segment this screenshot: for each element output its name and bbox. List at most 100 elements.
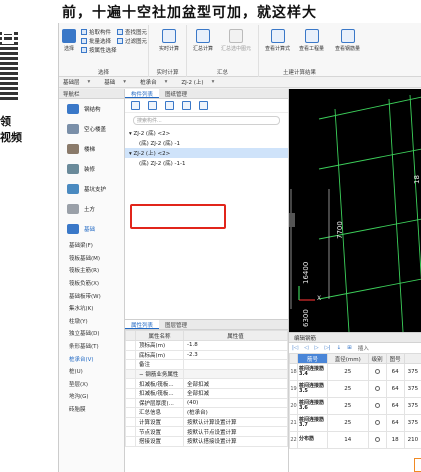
rebar-name[interactable]: 桩间连接筋3.7 <box>297 414 328 432</box>
pick-component-button[interactable]: 拾取构件 <box>81 28 111 36</box>
nav-category-pit-support[interactable]: 基坑支护 <box>59 179 124 199</box>
nav-category-decoration[interactable]: 装修 <box>59 159 124 179</box>
filter-element-button[interactable]: 过滤图元 <box>117 37 147 45</box>
batch-select-button[interactable]: 批量选择 <box>81 37 111 45</box>
rebar-len[interactable]: 375 <box>403 363 421 381</box>
rebar-len[interactable]: 375 <box>403 397 421 415</box>
view-rebar-button[interactable]: 查看钢筋量 <box>335 29 360 52</box>
rebar-len[interactable]: 375 <box>403 380 421 398</box>
viewport-collapse-handle[interactable] <box>289 213 295 227</box>
grade-symbol-icon[interactable] <box>367 397 387 415</box>
view-quantity-button[interactable]: 查看工程量 <box>299 29 324 52</box>
rebar-name[interactable]: 桩间连接筋3.6 <box>297 397 328 415</box>
property-row[interactable]: 保护层厚度(... (40) <box>125 397 288 409</box>
property-row[interactable]: 底标高(m) -2.3 <box>125 349 288 361</box>
first-icon[interactable]: |◁ <box>292 345 298 351</box>
grade-symbol-icon[interactable] <box>367 380 387 398</box>
property-value[interactable]: 按默认计算设置计算 <box>183 416 288 428</box>
rebar-row[interactable]: 20 桩间连接筋3.6 25 64 375 <box>289 397 421 415</box>
realtime-calc-button[interactable]: 实时计算 <box>159 29 179 52</box>
rebar-len[interactable]: 210 <box>403 431 421 449</box>
layer-icon[interactable] <box>182 101 191 110</box>
property-value[interactable]: -1.8 <box>183 340 288 351</box>
nav-category-foundation[interactable]: 基础 <box>59 219 124 239</box>
tab-component-list[interactable]: 构件列表 <box>125 89 160 98</box>
nav-subitem[interactable]: 桩(U) <box>59 365 124 378</box>
tree-item[interactable]: ▾ ZJ-2 (底) <2> <box>125 128 288 138</box>
tree-item[interactable]: (底) ZJ-2 (底) -1 <box>125 138 288 148</box>
property-row[interactable]: 顶标高(m) -1.8 <box>125 340 288 351</box>
nav-subitem[interactable]: 条形基础(T) <box>59 340 124 353</box>
nav-subitem[interactable]: 桩承台(V) <box>59 352 124 365</box>
delete-icon[interactable] <box>165 101 174 110</box>
rebar-idx[interactable]: 21 <box>289 414 298 432</box>
nav-subitem[interactable]: 砖胎膜 <box>59 403 124 416</box>
nav-category-stairs[interactable]: 楼梯 <box>59 139 124 159</box>
property-row[interactable]: − 钢筋业务属性 <box>125 368 288 380</box>
nav-subitem[interactable]: 筏板基础(M) <box>59 252 124 265</box>
new-icon[interactable] <box>131 101 140 110</box>
find-element-button[interactable]: 查找图元 <box>117 28 147 36</box>
select-by-property-button[interactable]: 按属性选择 <box>81 46 117 54</box>
property-row[interactable]: 扣减板/筏板... 全部扣减 <box>125 387 288 399</box>
property-value[interactable]: 全部扣减 <box>183 387 288 399</box>
property-row[interactable]: 备注 <box>125 359 288 370</box>
property-row[interactable]: 扣减板/筏板... 全部扣减 <box>125 378 288 389</box>
property-value[interactable]: 按默认搭接设置计算 <box>183 435 288 447</box>
grade-symbol-icon[interactable] <box>367 414 387 432</box>
rebar-dia[interactable]: 25 <box>327 380 369 398</box>
tab-property-list[interactable]: 属性列表 <box>125 320 160 329</box>
tab-drawing-manager[interactable]: 图纸管理 <box>159 89 193 98</box>
sum-calc-button[interactable]: 汇总计算 <box>193 29 213 52</box>
rebar-idx[interactable]: 18 <box>289 363 298 381</box>
property-value[interactable] <box>183 359 288 370</box>
insert-button[interactable]: 插入 <box>358 344 369 352</box>
rebar-row[interactable]: 21 桩间连接筋3.7 25 64 375 <box>289 414 421 432</box>
rebar-code[interactable]: 64 <box>385 397 405 415</box>
grade-symbol-icon[interactable] <box>367 363 387 381</box>
property-row[interactable]: 汇总信息 (桩承台) <box>125 407 288 418</box>
rebar-idx[interactable]: 22 <box>289 431 298 449</box>
down-icon[interactable]: ↓ <box>337 345 342 351</box>
nav-category-earthwork[interactable]: 土方 <box>59 199 124 219</box>
next-icon[interactable]: ▷ <box>314 345 318 351</box>
property-value[interactable]: 全部扣减 <box>183 378 288 389</box>
nav-subitem[interactable]: 基础板带(W) <box>59 289 124 302</box>
component-search-input[interactable]: 搜索构件... <box>133 116 280 125</box>
rebar-row[interactable]: 22 分布筋 14 18 210 <box>289 431 421 449</box>
nav-category-steel-structure[interactable]: 钢结构 <box>59 99 124 119</box>
select-button[interactable]: 选择 <box>62 29 76 52</box>
property-value[interactable] <box>183 368 288 380</box>
property-row[interactable]: 搭接设置 按默认搭接设置计算 <box>125 435 288 447</box>
rebar-code[interactable]: 18 <box>385 431 405 449</box>
add-icon[interactable]: ⊞ <box>347 345 352 351</box>
category-dropdown[interactable]: 基础 <box>104 78 115 86</box>
tab-layer-manager[interactable]: 图层管理 <box>159 320 193 329</box>
drawing-viewport[interactable]: 7700 16400 6300 18 X <box>289 89 421 332</box>
nav-subitem[interactable]: 基础梁(F) <box>59 239 124 252</box>
rebar-len[interactable]: 375 <box>403 414 421 432</box>
property-value[interactable]: 按默认节点设置计算 <box>183 426 288 437</box>
tree-item[interactable]: ▾ ZJ-2 (上) <2> <box>125 148 288 158</box>
nav-subitem[interactable]: 柱墩(Y) <box>59 315 124 328</box>
nav-category-hollow-slab[interactable]: 空心楼盖 <box>59 119 124 139</box>
copy-icon[interactable] <box>148 101 157 110</box>
rebar-code[interactable]: 64 <box>385 363 405 381</box>
rebar-code[interactable]: 64 <box>385 380 405 398</box>
property-row[interactable]: 节点设置 按默认节点设置计算 <box>125 426 288 437</box>
nav-subitem[interactable]: 地沟(G) <box>59 390 124 403</box>
prev-icon[interactable]: ◁ <box>304 345 308 351</box>
property-value[interactable]: -2.3 <box>183 349 288 361</box>
rebar-idx[interactable]: 20 <box>289 397 298 415</box>
cell-editor[interactable] <box>414 458 421 472</box>
property-value[interactable]: (桩承台) <box>183 407 288 418</box>
last-icon[interactable]: ▷| <box>325 345 331 351</box>
component-dropdown[interactable]: ZJ-2 (上) <box>181 78 203 86</box>
nav-subitem[interactable]: 筏板主筋(R) <box>59 264 124 277</box>
rebar-name[interactable]: 桩间连接筋3.4 <box>297 363 328 381</box>
rebar-row[interactable]: 18 桩间连接筋3.4 25 64 375 <box>289 363 421 381</box>
property-row[interactable]: 计算设置 按默认计算设置计算 <box>125 416 288 428</box>
rebar-dia[interactable]: 25 <box>327 363 369 381</box>
tree-item[interactable]: (底) ZJ-2 (底) -1-1 <box>125 158 288 168</box>
rebar-dia[interactable]: 25 <box>327 414 369 432</box>
